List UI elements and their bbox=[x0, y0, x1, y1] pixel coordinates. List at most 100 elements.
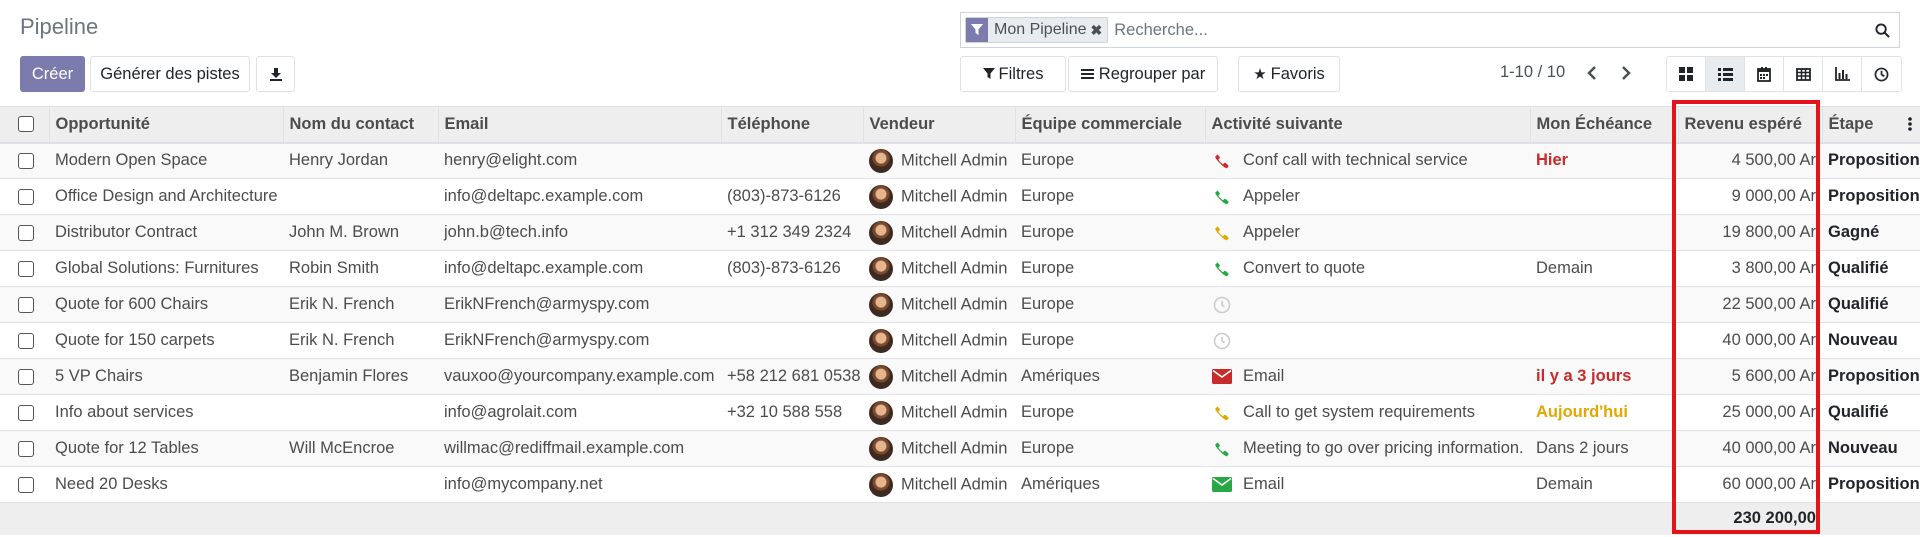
header-email[interactable]: Email bbox=[437, 106, 721, 144]
salesperson-cell[interactable]: Mitchell Admin bbox=[863, 250, 1015, 287]
header-contact[interactable]: Nom du contact bbox=[282, 106, 438, 144]
row-select-cell[interactable] bbox=[0, 178, 49, 215]
contact-cell[interactable]: John M. Brown bbox=[283, 214, 438, 251]
deadline-cell[interactable]: Demain bbox=[1530, 250, 1678, 287]
deadline-cell[interactable]: il y a 3 jours bbox=[1530, 358, 1678, 395]
sales-team-cell[interactable]: Europe bbox=[1015, 394, 1205, 431]
expected-revenue-cell[interactable]: 25 000,00 Ar bbox=[1678, 394, 1822, 431]
contact-cell[interactable] bbox=[283, 178, 438, 215]
pivot-view-button[interactable] bbox=[1784, 57, 1823, 91]
select-all-cell[interactable] bbox=[0, 106, 49, 144]
search-input[interactable] bbox=[1108, 15, 1865, 45]
phone-cell[interactable] bbox=[721, 430, 863, 467]
phone-icon[interactable] bbox=[1211, 261, 1233, 277]
salesperson-cell[interactable]: Mitchell Admin bbox=[863, 322, 1015, 359]
phone-icon[interactable] bbox=[1211, 153, 1233, 169]
opportunity-cell[interactable]: Info about services bbox=[49, 394, 283, 431]
create-button[interactable]: Créer bbox=[20, 56, 85, 92]
row-checkbox[interactable] bbox=[18, 152, 34, 169]
deadline-cell[interactable]: Dans 2 jours bbox=[1530, 430, 1678, 467]
phone-icon[interactable] bbox=[1211, 189, 1233, 205]
table-row[interactable]: Quote for 150 carpets Erik N. French ErikN… bbox=[0, 322, 1920, 359]
salesperson-cell[interactable]: Mitchell Admin bbox=[863, 214, 1015, 251]
salesperson-cell[interactable]: Mitchell Admin bbox=[863, 466, 1015, 503]
contact-cell[interactable]: Henry Jordan bbox=[283, 142, 438, 179]
table-row[interactable]: Modern Open Space Henry Jordan henry@eligh… bbox=[0, 142, 1920, 179]
expected-revenue-cell[interactable]: 5 600,00 Ar bbox=[1678, 358, 1822, 395]
salesperson-cell[interactable]: Mitchell Admin bbox=[863, 142, 1015, 179]
opportunity-cell[interactable]: Global Solutions: Furnitures bbox=[49, 250, 283, 287]
row-select-cell[interactable] bbox=[0, 466, 49, 503]
stage-cell[interactable]: Proposition bbox=[1822, 178, 1920, 215]
sales-team-cell[interactable]: Amériques bbox=[1015, 466, 1205, 503]
opportunity-cell[interactable]: Distributor Contract bbox=[49, 214, 283, 251]
filters-button[interactable]: Filtres bbox=[960, 56, 1066, 92]
stage-cell[interactable]: Qualifié bbox=[1822, 286, 1920, 323]
email-cell[interactable]: info@deltapc.example.com bbox=[438, 178, 721, 215]
generate-leads-button[interactable]: Générer des pistes bbox=[90, 56, 250, 92]
expected-revenue-cell[interactable]: 19 800,00 Ar bbox=[1678, 214, 1822, 251]
email-cell[interactable]: info@agrolait.com bbox=[438, 394, 721, 431]
sales-team-cell[interactable]: Europe bbox=[1015, 250, 1205, 287]
pager-previous-button[interactable] bbox=[1578, 58, 1606, 88]
row-select-cell[interactable] bbox=[0, 142, 49, 179]
expected-revenue-cell[interactable]: 3 800,00 Ar bbox=[1678, 250, 1822, 287]
clock-icon[interactable] bbox=[1211, 296, 1233, 314]
deadline-cell[interactable] bbox=[1530, 178, 1678, 215]
phone-cell[interactable]: +1 312 349 2324 bbox=[721, 214, 863, 251]
opportunity-cell[interactable]: Office Design and Architecture bbox=[49, 178, 283, 215]
select-all-checkbox[interactable] bbox=[18, 116, 34, 133]
opportunity-cell[interactable]: 5 VP Chairs bbox=[49, 358, 283, 395]
email-cell[interactable]: henry@elight.com bbox=[438, 142, 721, 179]
deadline-cell[interactable]: Aujourd'hui bbox=[1530, 394, 1678, 431]
expected-revenue-cell[interactable]: 40 000,00 Ar bbox=[1678, 322, 1822, 359]
phone-icon[interactable] bbox=[1211, 405, 1233, 421]
row-select-cell[interactable] bbox=[0, 286, 49, 323]
phone-icon[interactable] bbox=[1211, 441, 1233, 457]
opportunity-cell[interactable]: Quote for 150 carpets bbox=[49, 322, 283, 359]
next-activity-cell[interactable]: Convert to quote bbox=[1205, 250, 1530, 287]
table-row[interactable]: Need 20 Desks info@mycompany.net Mitchell … bbox=[0, 466, 1920, 503]
email-cell[interactable]: ErikNFrench@armyspy.com bbox=[438, 322, 721, 359]
header-salesperson[interactable]: Vendeur bbox=[862, 106, 1015, 144]
stage-cell[interactable]: Proposition bbox=[1822, 358, 1920, 395]
sales-team-cell[interactable]: Europe bbox=[1015, 142, 1205, 179]
row-checkbox[interactable] bbox=[18, 224, 34, 241]
search-button[interactable] bbox=[1865, 13, 1899, 47]
stage-cell[interactable]: Qualifié bbox=[1822, 250, 1920, 287]
stage-cell[interactable]: Gagné bbox=[1822, 214, 1920, 251]
row-checkbox[interactable] bbox=[18, 440, 34, 457]
row-checkbox[interactable] bbox=[18, 368, 34, 385]
clock-icon[interactable] bbox=[1211, 332, 1233, 350]
header-stage[interactable]: Étape bbox=[1821, 106, 1920, 144]
email-cell[interactable]: ErikNFrench@armyspy.com bbox=[438, 286, 721, 323]
row-checkbox[interactable] bbox=[18, 404, 34, 421]
table-row[interactable]: Info about services info@agrolait.com +32 … bbox=[0, 394, 1920, 431]
row-select-cell[interactable] bbox=[0, 394, 49, 431]
next-activity-cell[interactable]: Appeler bbox=[1205, 178, 1530, 215]
activity-view-button[interactable] bbox=[1862, 57, 1901, 91]
row-checkbox[interactable] bbox=[18, 260, 34, 277]
graph-view-button[interactable] bbox=[1823, 57, 1862, 91]
phone-cell[interactable] bbox=[721, 142, 863, 179]
deadline-cell[interactable]: Demain bbox=[1530, 466, 1678, 503]
email-cell[interactable]: info@mycompany.net bbox=[438, 466, 721, 503]
row-select-cell[interactable] bbox=[0, 214, 49, 251]
row-select-cell[interactable] bbox=[0, 322, 49, 359]
header-deadline[interactable]: Mon Échéance bbox=[1529, 106, 1678, 144]
sales-team-cell[interactable]: Europe bbox=[1015, 286, 1205, 323]
header-expected-revenue[interactable]: Revenu espéré bbox=[1677, 106, 1822, 144]
next-activity-cell[interactable]: Conf call with technical service bbox=[1205, 142, 1530, 179]
row-select-cell[interactable] bbox=[0, 430, 49, 467]
next-activity-cell[interactable]: Appeler bbox=[1205, 214, 1530, 251]
table-row[interactable]: Global Solutions: Furnitures Robin Smith i… bbox=[0, 250, 1920, 287]
row-checkbox[interactable] bbox=[18, 476, 34, 493]
header-sales-team[interactable]: Équipe commerciale bbox=[1014, 106, 1205, 144]
expected-revenue-cell[interactable]: 4 500,00 Ar bbox=[1678, 142, 1822, 179]
deadline-cell[interactable] bbox=[1530, 286, 1678, 323]
pager-value[interactable]: 1-10 / 10 bbox=[1500, 63, 1565, 82]
header-opportunity[interactable]: Opportunité bbox=[48, 106, 283, 144]
sales-team-cell[interactable]: Amériques bbox=[1015, 358, 1205, 395]
next-activity-cell[interactable]: Meeting to go over pricing information. bbox=[1205, 430, 1530, 467]
salesperson-cell[interactable]: Mitchell Admin bbox=[863, 286, 1015, 323]
